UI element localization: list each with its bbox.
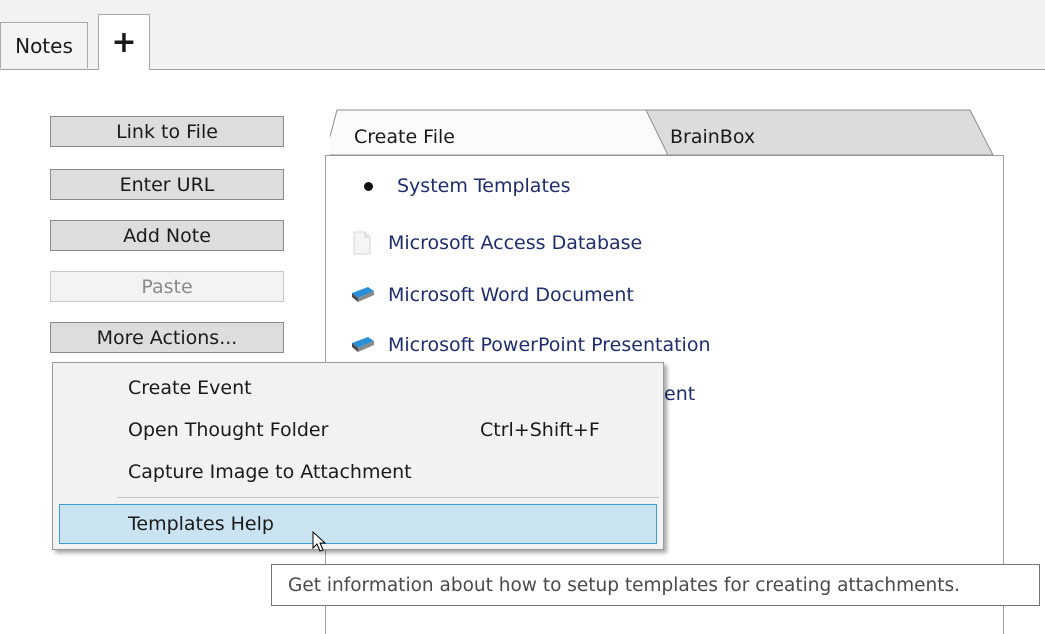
plus-icon: +	[111, 25, 137, 60]
list-item-access-database[interactable]: Microsoft Access Database	[350, 228, 642, 258]
blank-file-icon	[350, 231, 374, 255]
tab-strip-border	[0, 69, 1045, 70]
menu-item-label: Templates Help	[128, 513, 274, 535]
menu-item-shortcut: Ctrl+Shift+F	[480, 419, 600, 441]
list-item-label: ent	[664, 383, 696, 405]
tooltip-text: Get information about how to setup templ…	[288, 574, 961, 596]
list-item-word-document[interactable]: Microsoft Word Document	[350, 280, 634, 310]
add-note-label: Add Note	[123, 224, 211, 247]
list-item-label: Microsoft Word Document	[388, 284, 634, 306]
paste-label: Paste	[141, 275, 193, 298]
add-tab-button[interactable]: +	[98, 14, 150, 70]
menu-item-label: Create Event	[128, 377, 252, 399]
list-item-label: Microsoft PowerPoint Presentation	[388, 334, 711, 356]
tooltip: Get information about how to setup templ…	[271, 564, 1040, 606]
tab-create-file[interactable]: Create File	[354, 126, 455, 148]
menu-item-create-event[interactable]: Create Event	[53, 369, 659, 409]
list-item-system-templates[interactable]: System Templates	[350, 171, 571, 201]
tab-notes[interactable]: Notes	[0, 22, 88, 68]
list-item-label: System Templates	[397, 175, 571, 197]
mouse-cursor-icon	[312, 531, 327, 552]
tab-notes-label: Notes	[15, 33, 73, 58]
menu-item-open-thought-folder[interactable]: Open Thought Folder Ctrl+Shift+F	[53, 411, 659, 451]
menu-item-label: Capture Image to Attachment	[128, 461, 412, 483]
add-note-button[interactable]: Add Note	[50, 220, 284, 251]
enter-url-label: Enter URL	[119, 173, 215, 196]
enter-url-button[interactable]: Enter URL	[50, 169, 284, 200]
shortcut-file-icon	[350, 283, 374, 307]
list-item-label: Microsoft Access Database	[388, 232, 643, 254]
more-actions-menu: Create Event Open Thought Folder Ctrl+Sh…	[52, 362, 664, 550]
more-actions-button[interactable]: More Actions...	[50, 322, 284, 353]
menu-item-capture-image[interactable]: Capture Image to Attachment	[53, 453, 659, 493]
menu-item-templates-help[interactable]: Templates Help	[59, 504, 657, 544]
menu-item-label: Open Thought Folder	[128, 419, 329, 441]
list-item-partial[interactable]: ent	[664, 379, 695, 409]
shortcut-file-icon	[350, 333, 374, 357]
more-actions-label: More Actions...	[96, 326, 238, 349]
menu-separator	[117, 497, 659, 498]
tab-brainbox[interactable]: BrainBox	[670, 126, 755, 148]
bullet-icon	[364, 181, 373, 191]
link-to-file-button[interactable]: Link to File	[50, 116, 284, 147]
link-to-file-label: Link to File	[116, 120, 218, 143]
list-item-powerpoint-presentation[interactable]: Microsoft PowerPoint Presentation	[350, 330, 711, 360]
tab-strip	[0, 0, 1045, 70]
paste-button[interactable]: Paste	[50, 271, 284, 302]
